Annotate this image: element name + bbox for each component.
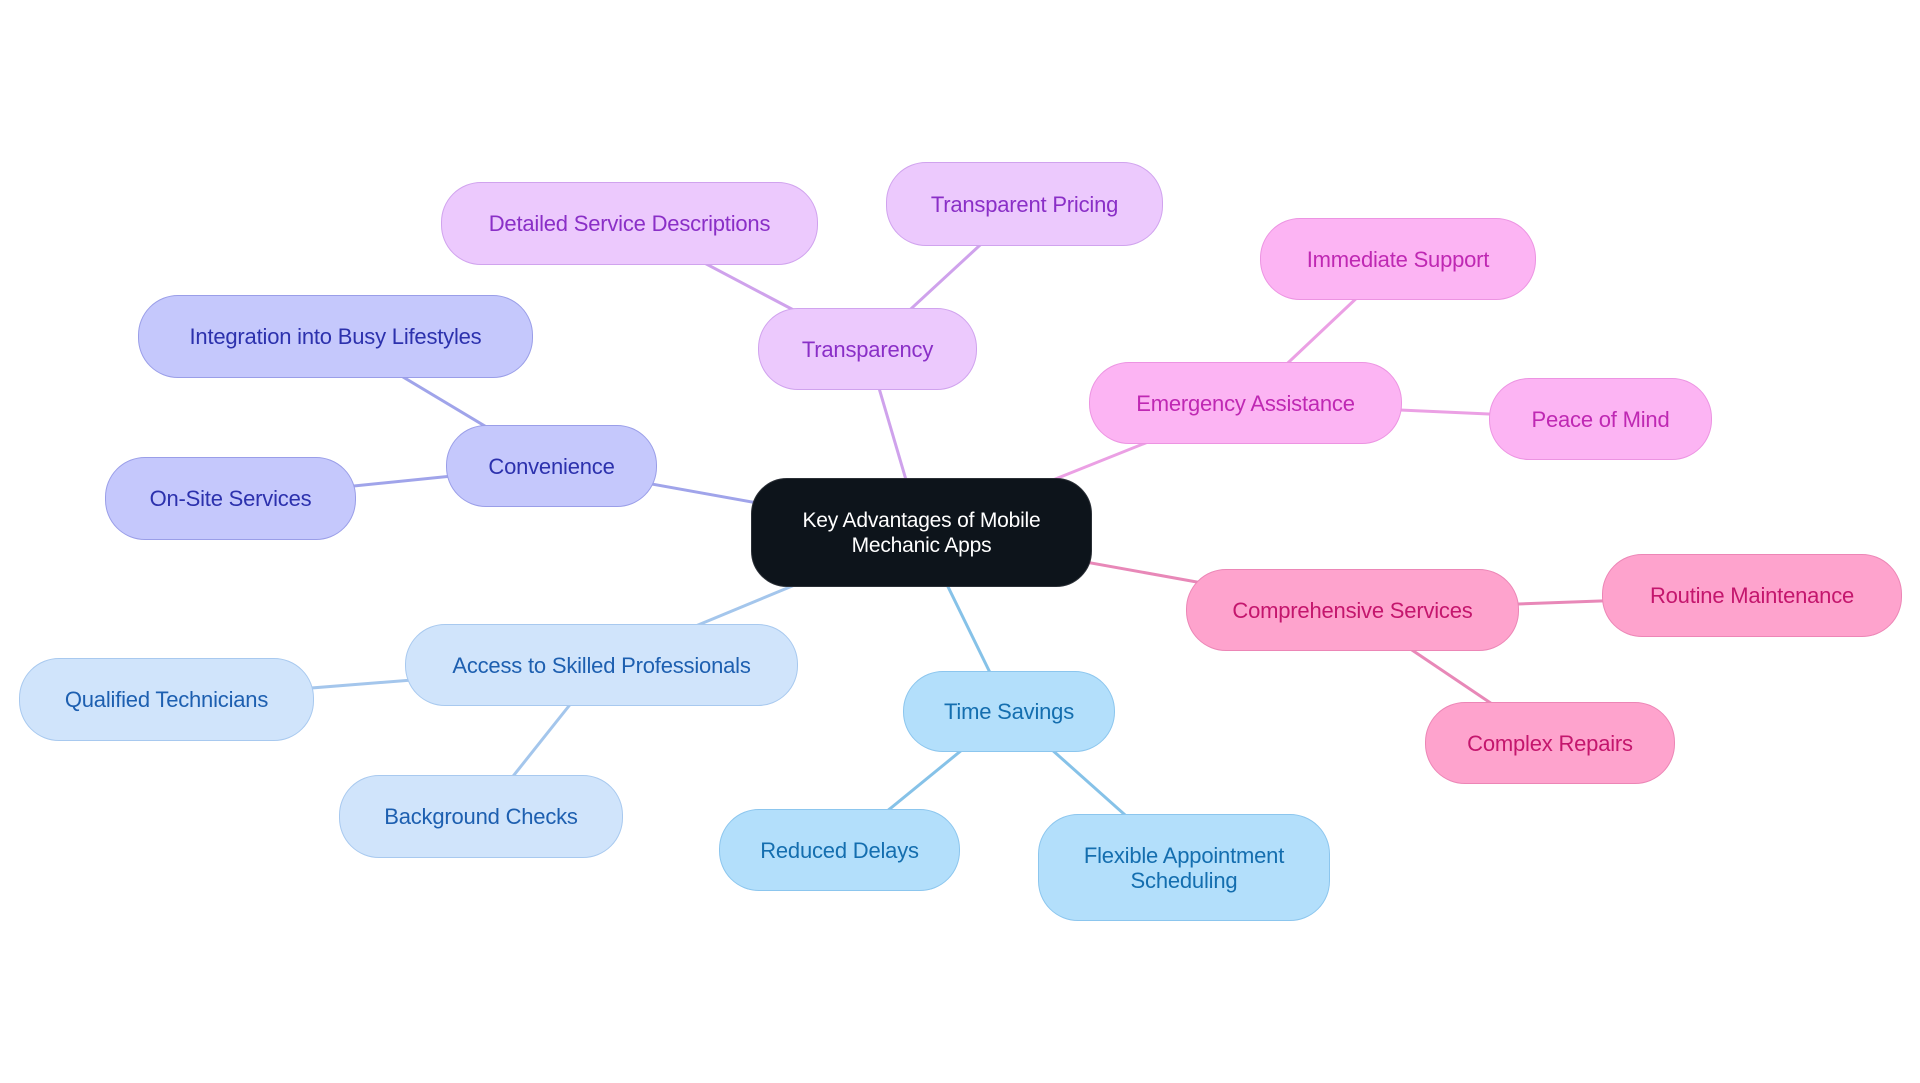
node-label-line-1: Flexible Appointment (1083, 842, 1285, 868)
node-convenience[interactable]: Convenience (446, 425, 657, 507)
node-label: Access to Skilled Professionals (452, 652, 751, 678)
node-label: Time Savings (943, 699, 1075, 724)
node-complex-repairs[interactable]: Complex Repairs (1425, 702, 1675, 784)
node-label: Integration into Busy Lifestyles (189, 324, 482, 349)
node-time-savings[interactable]: Time Savings (903, 671, 1115, 752)
root-label-line-1: Key Advantages of Mobile (802, 508, 1041, 532)
node-label: Qualified Technicians (64, 687, 269, 712)
node-transparent-pricing[interactable]: Transparent Pricing (886, 162, 1163, 246)
node-comprehensive-services[interactable]: Comprehensive Services (1186, 569, 1519, 651)
node-label: Emergency Assistance (1136, 390, 1355, 416)
node-label: Peace of Mind (1531, 406, 1670, 432)
mind-map-canvas: Key Advantages of Mobile Mechanic Apps C… (0, 0, 1920, 1083)
node-background-checks[interactable]: Background Checks (339, 775, 623, 858)
node-access-to-skilled-professionals[interactable]: Access to Skilled Professionals (405, 624, 798, 706)
node-reduced-delays[interactable]: Reduced Delays (719, 809, 960, 891)
root-label-line-2: Mechanic Apps (851, 533, 992, 557)
node-transparency[interactable]: Transparency (758, 308, 977, 390)
node-label: Complex Repairs (1467, 730, 1633, 756)
node-label: Reduced Delays (760, 837, 919, 863)
node-flexible-appointment-scheduling[interactable]: Flexible Appointment Scheduling (1038, 814, 1330, 921)
node-label: Detailed Service Descriptions (488, 211, 771, 236)
node-integration-into-busy-lifestyles[interactable]: Integration into Busy Lifestyles (138, 295, 533, 378)
node-label: Immediate Support (1306, 246, 1490, 272)
node-peace-of-mind[interactable]: Peace of Mind (1489, 378, 1712, 460)
node-label: Convenience (488, 453, 615, 479)
node-label: On-Site Services (149, 486, 312, 511)
node-label-line-2: Scheduling (1130, 867, 1238, 893)
node-label: Transparency (801, 336, 934, 362)
node-label: Transparent Pricing (930, 191, 1119, 217)
node-qualified-technicians[interactable]: Qualified Technicians (19, 658, 314, 741)
node-detailed-service-descriptions[interactable]: Detailed Service Descriptions (441, 182, 818, 265)
root-node[interactable]: Key Advantages of Mobile Mechanic Apps (751, 478, 1092, 587)
node-label: Comprehensive Services (1232, 597, 1473, 623)
node-emergency-assistance[interactable]: Emergency Assistance (1089, 362, 1402, 444)
node-routine-maintenance[interactable]: Routine Maintenance (1602, 554, 1902, 637)
node-label: Routine Maintenance (1649, 583, 1855, 608)
node-label: Background Checks (384, 804, 578, 829)
node-immediate-support[interactable]: Immediate Support (1260, 218, 1536, 300)
node-on-site-services[interactable]: On-Site Services (105, 457, 356, 540)
